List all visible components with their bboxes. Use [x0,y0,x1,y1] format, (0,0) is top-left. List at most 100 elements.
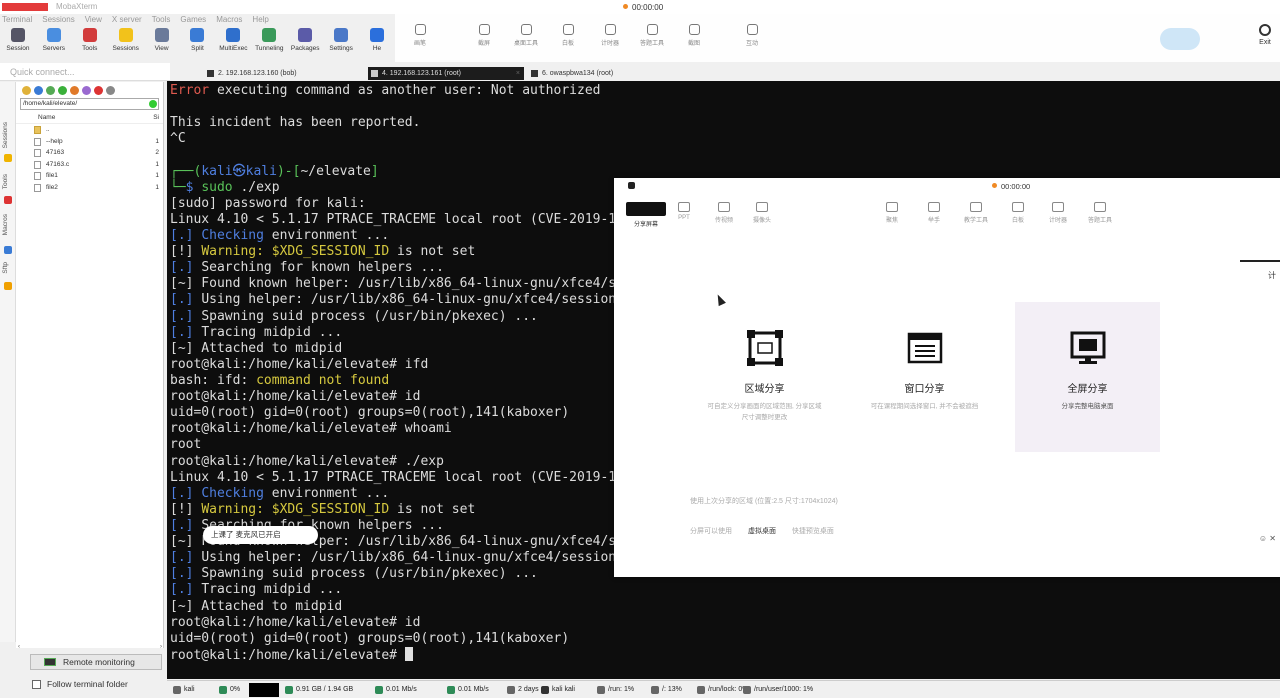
remote-monitoring-button[interactable]: Remote monitoring [30,654,162,670]
fullscreen-share-option[interactable]: 全屏分享 分享完整电脑桌面 [1015,302,1160,452]
refresh-icon[interactable] [58,86,67,95]
toolbar-multiexec-button[interactable]: MultiExec [215,26,251,62]
terminal-text: Spawning suid process (/usr/bin/pkexec) … [201,566,538,582]
monitor-icon [44,658,56,666]
recorder-tool-button[interactable]: 计时器 [590,24,630,47]
link-split-screen[interactable]: 分屏可以使用 [690,528,732,535]
status-item: /: 13% [651,685,682,695]
recorder-tool-button[interactable]: 画笔 [400,24,440,47]
share-tab[interactable]: 传视频 [704,202,744,224]
new-folder-icon[interactable] [70,86,79,95]
rail-sessions[interactable]: Sessions [2,122,9,148]
file-item[interactable]: --help 1 [16,136,163,148]
delete-icon[interactable] [94,86,103,95]
file-item[interactable]: 47163.c 1 [16,159,163,171]
status-icon [447,686,455,694]
recorder-tool-button[interactable]: 互动 [732,24,772,47]
recorder-exit-button[interactable]: Exit [1254,24,1276,46]
menu-view[interactable]: View [85,14,102,26]
tool-icon [1094,202,1106,212]
macros-icon [4,246,12,254]
toolbar-sessions-button[interactable]: Sessions [108,26,144,62]
terminal-text: kali [245,163,277,179]
rail-tools[interactable]: Tools [2,174,9,189]
recorder-tool-button[interactable]: 截屏 [464,24,504,47]
sftp-path-input[interactable]: /home/kali/elevate/ [20,98,159,110]
upload-icon[interactable] [46,86,55,95]
menu-help[interactable]: Help [252,14,268,26]
share-tool-button[interactable]: 聚焦 [872,202,912,224]
share-tool-button[interactable]: 白板 [998,202,1038,224]
tool-icon [1012,202,1024,212]
file-item[interactable]: 47163 2 [16,147,163,159]
app-icon [628,182,635,189]
toolbar-settings-button[interactable]: Settings [323,26,359,62]
tab-session-4[interactable]: 4. 192.168.123.161 (root) × [368,67,524,80]
menu-x-server[interactable]: X server [112,14,142,26]
menu-games[interactable]: Games [180,14,206,26]
terminal-text: [!] [170,244,202,260]
toolbar-help-button[interactable]: He [359,26,395,62]
share-tab[interactable]: PPT [664,202,704,221]
sftp-horizontal-scrollbar[interactable]: ‹ › [18,644,162,650]
rail-macros[interactable]: Macros [2,214,9,235]
terminal-text: [.] [170,485,202,501]
menu-macros[interactable]: Macros [216,14,242,26]
sftp-icon [4,282,12,290]
share-tab[interactable]: 分享屏幕 [626,202,666,228]
menu-tools[interactable]: Tools [152,14,171,26]
status-bar: kali 0% 0.91 GB / 1.94 GB 0.01 Mb/s 0.01 Mb/… [167,680,1280,698]
recorder-toolbar: 00:00:00 Exit 画笔 截屏 桌面工具 白板 计时器 答题工具 截图 互动 [395,0,1280,62]
chevron-right-icon[interactable]: › [160,644,162,650]
folder-up-icon[interactable] [22,86,31,95]
share-tool-button[interactable]: 计时器 [1038,202,1078,224]
toolbar-split-button[interactable]: Split [180,26,216,62]
share-note[interactable]: 使用上次分享的区域 (位置:2.5 尺寸:1704x1024) [690,496,838,506]
chevron-left-icon[interactable]: ‹ [18,644,20,650]
status-icon [743,686,751,694]
rail-sftp[interactable]: Sftp [2,262,9,274]
new-file-icon[interactable] [82,86,91,95]
share-tool-button[interactable]: 教学工具 [956,202,996,224]
terminal-text: [.] [170,308,202,324]
file-item[interactable]: file2 1 [16,182,163,194]
follow-path-icon[interactable] [149,100,157,108]
recorder-tool-button[interactable]: 答题工具 [632,24,672,47]
file-item[interactable]: .. [16,124,163,136]
link-virtual-desktop[interactable]: 虚拟桌面 [748,528,776,535]
toolbar-tunneling-button[interactable]: Tunneling [251,26,287,62]
recorder-tool-button[interactable]: 白板 [548,24,588,47]
terminal-text: environment ... [263,485,390,501]
menu-sessions[interactable]: Sessions [42,14,74,26]
region-share-option[interactable]: 区域分享 可自定义分享画面的区域范围, 分享区域尺寸调整时更改 [692,302,837,452]
toolbar-servers-button[interactable]: Servers [36,26,72,62]
close-icon[interactable]: × [516,67,520,80]
tab-session-6[interactable]: 6. owaspbwa134 (root) [528,67,688,80]
toolbar-packages-button[interactable]: Packages [287,26,323,62]
link-preview-desktop[interactable]: 快捷预览桌面 [792,528,834,535]
recorder-tool-button[interactable]: 桌面工具 [506,24,546,47]
share-tool-button[interactable]: 答题工具 [1080,202,1120,224]
window-share-option[interactable]: 窗口分享 可在课程期间选择窗口, 并不会被遮挡 [852,302,997,452]
share-corner-controls[interactable]: ☺ ✕ [1259,534,1276,543]
app-logo [2,3,48,11]
toolbar-session-button[interactable]: Session [0,26,36,62]
menu-terminal[interactable]: Terminal [2,14,32,26]
tool-icon [478,24,490,35]
settings-icon[interactable] [106,86,115,95]
tool-icon [646,24,658,35]
quick-connect-input[interactable]: Quick connect... [0,63,170,81]
follow-terminal-folder-checkbox[interactable]: Follow terminal folder [32,677,128,691]
download-icon[interactable] [34,86,43,95]
toolbar-view-button[interactable]: View [144,26,180,62]
share-tool-button[interactable]: 举手 [914,202,954,224]
file-item[interactable]: file1 1 [16,170,163,182]
terminal-text: [.] [170,260,202,276]
tab-session-2[interactable]: 2. 192.168.123.160 (bob) [204,67,364,80]
recorder-tool-button[interactable]: 截图 [674,24,714,47]
toolbar-tools-button[interactable]: Tools [72,26,108,62]
checkbox-icon[interactable] [32,680,41,689]
share-tab[interactable]: 摄像头 [742,202,782,224]
status-icon [173,686,181,694]
